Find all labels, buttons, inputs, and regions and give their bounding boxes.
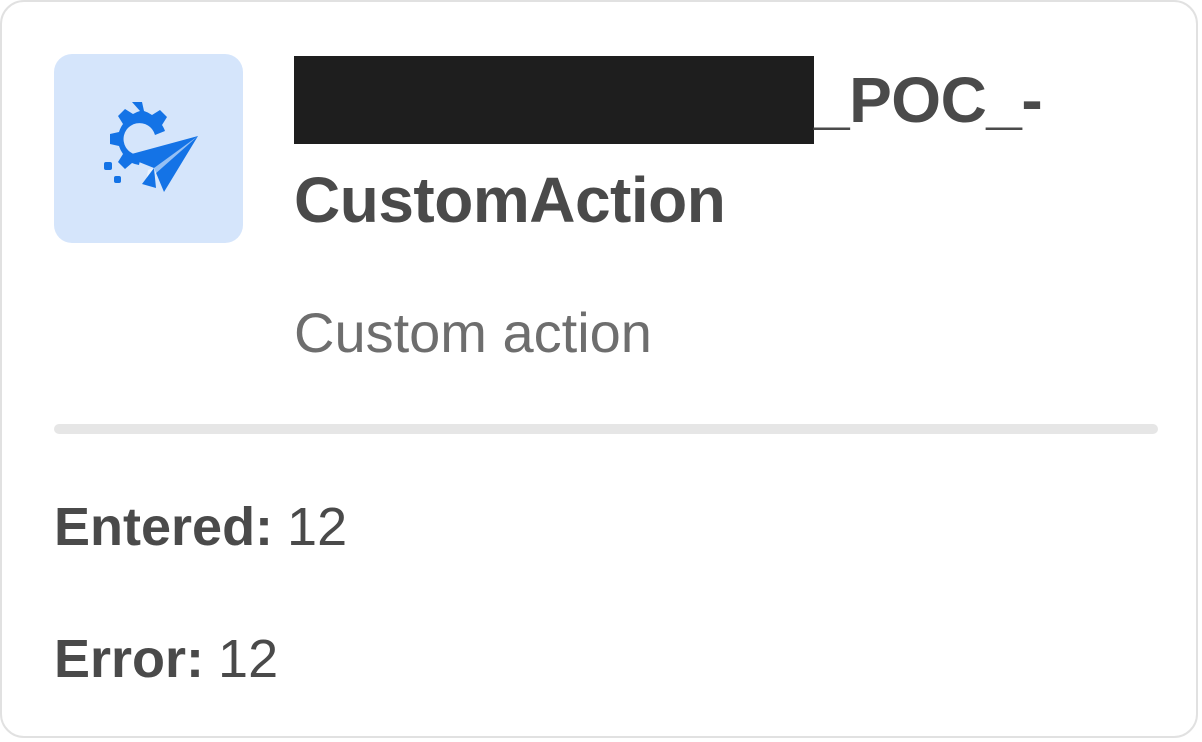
error-value: 12 bbox=[218, 629, 279, 689]
entered-value: 12 bbox=[287, 497, 348, 557]
entered-label: Entered: bbox=[54, 497, 274, 557]
custom-action-icon-tile bbox=[54, 54, 243, 243]
redacted-title-block bbox=[294, 56, 814, 144]
title-line2: CustomAction bbox=[294, 164, 726, 236]
node-title: _POC_- CustomAction bbox=[294, 50, 1154, 250]
node-type-subtitle: Custom action bbox=[294, 301, 652, 364]
title-suffix: _POC_- bbox=[814, 64, 1043, 136]
entered-stat: Entered: 12 bbox=[54, 492, 347, 562]
divider bbox=[54, 424, 1158, 434]
custom-action-node-card[interactable]: _POC_- CustomAction Custom action Entere… bbox=[0, 0, 1198, 738]
gear-paper-plane-icon bbox=[104, 102, 198, 192]
error-label: Error: bbox=[54, 629, 205, 689]
error-stat: Error: 12 bbox=[54, 624, 278, 694]
